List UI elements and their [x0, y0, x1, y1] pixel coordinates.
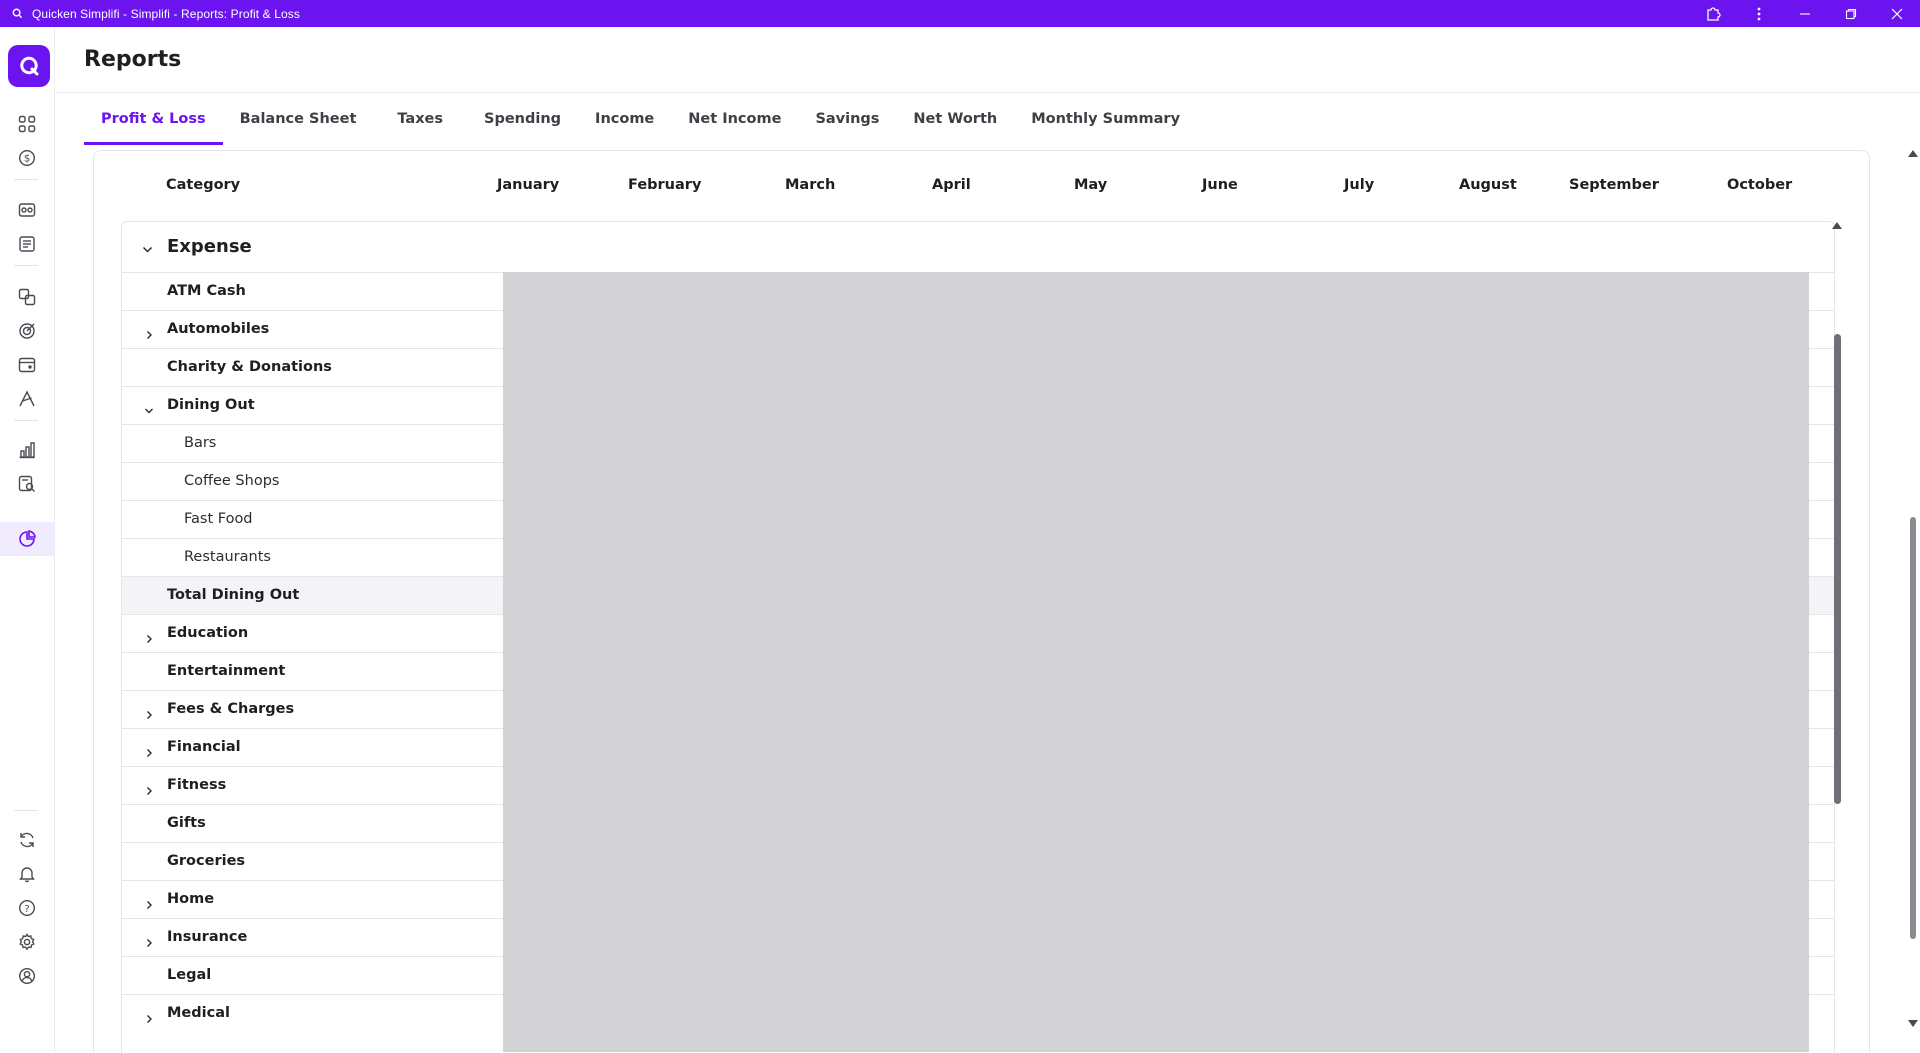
bills-icon[interactable]	[14, 284, 40, 310]
reports-pie-icon[interactable]	[14, 526, 40, 552]
column-header-june: June	[1202, 177, 1238, 193]
sidebar: $ ?	[0, 27, 55, 1052]
section-label: Expense	[167, 236, 252, 257]
column-header-february: February	[628, 177, 702, 193]
chart-icon[interactable]	[14, 437, 40, 463]
column-header-may: May	[1074, 177, 1108, 193]
chevron-down-icon[interactable]	[144, 401, 154, 414]
table-scrollbar-thumb[interactable]	[1834, 334, 1841, 804]
search-report-icon[interactable]	[14, 471, 40, 497]
row-label: Medical	[167, 1005, 230, 1021]
tab-savings[interactable]: Savings	[798, 93, 896, 145]
column-header-october: October	[1727, 177, 1793, 193]
row-label: Dining Out	[167, 397, 255, 413]
row-label: Restaurants	[184, 549, 271, 565]
column-header-january: January	[497, 177, 560, 193]
row-label: Legal	[167, 967, 212, 983]
chevron-right-icon[interactable]	[144, 933, 154, 947]
column-header-category[interactable]: Category	[166, 177, 240, 193]
tab-income[interactable]: Income	[578, 93, 671, 145]
row-label: ATM Cash	[167, 283, 246, 299]
dashboard-icon[interactable]	[14, 111, 40, 137]
row-label: Education	[167, 625, 249, 641]
window-title-bar: Quicken Simplifi - Simplifi - Reports: P…	[0, 0, 1920, 27]
calendar-icon[interactable]	[14, 352, 40, 378]
row-label: Fees & Charges	[167, 701, 295, 717]
chevron-right-icon[interactable]	[144, 705, 154, 719]
minimize-button[interactable]	[1782, 0, 1828, 27]
quicken-logo[interactable]	[8, 45, 50, 87]
column-header-march: March	[785, 177, 836, 193]
extensions-icon[interactable]	[1690, 0, 1736, 27]
more-menu-icon[interactable]	[1736, 0, 1782, 27]
tab-monthly-summary[interactable]: Monthly Summary	[1014, 93, 1197, 145]
row-label: Insurance	[167, 929, 248, 945]
row-label: Groceries	[167, 853, 246, 869]
page-scrollbar-thumb[interactable]	[1910, 517, 1916, 939]
row-label: Bars	[184, 435, 217, 451]
money-icon[interactable]: $	[14, 145, 40, 171]
tab-balance-sheet[interactable]: Balance Sheet	[223, 93, 374, 145]
column-header-august: August	[1459, 177, 1517, 193]
transactions-icon[interactable]	[14, 231, 40, 257]
row-label: Total Dining Out	[167, 587, 300, 603]
window-title: Quicken Simplifi - Simplifi - Reports: P…	[32, 6, 300, 21]
page-scrollbar[interactable]	[1905, 145, 1920, 1052]
row-label: Gifts	[167, 815, 206, 831]
chevron-right-icon[interactable]	[144, 895, 154, 909]
investments-icon[interactable]	[14, 386, 40, 412]
tab-taxes[interactable]: Taxes	[373, 93, 467, 145]
row-label: Automobiles	[167, 321, 270, 337]
column-header-july: July	[1344, 177, 1375, 193]
chevron-right-icon[interactable]	[144, 1009, 154, 1023]
column-header-april: April	[932, 177, 971, 193]
row-label: Home	[167, 891, 215, 907]
row-label: Fitness	[167, 777, 227, 793]
section-expense-header[interactable]: Expense	[122, 222, 1834, 272]
sync-icon[interactable]	[14, 827, 40, 853]
page-title: Reports	[84, 47, 182, 72]
chevron-right-icon[interactable]	[144, 325, 154, 339]
redacted-values-area	[503, 272, 1809, 1052]
chevron-right-icon[interactable]	[144, 629, 154, 643]
chevron-down-icon[interactable]	[142, 240, 153, 259]
row-label: Entertainment	[167, 663, 286, 679]
table-scrollbar[interactable]	[1832, 222, 1842, 1052]
chevron-right-icon[interactable]	[144, 781, 154, 795]
report-tabs: Profit & Loss Balance Sheet Taxes Spendi…	[56, 93, 1920, 145]
help-icon[interactable]: ?	[14, 895, 40, 921]
app-search-icon	[10, 7, 24, 21]
row-label: Coffee Shops	[184, 473, 280, 489]
svg-text:?: ?	[24, 904, 29, 915]
chevron-right-icon[interactable]	[144, 743, 154, 757]
restore-button[interactable]	[1828, 0, 1874, 27]
row-label: Charity & Donations	[167, 359, 332, 375]
accounts-icon[interactable]	[14, 197, 40, 223]
tab-profit-loss[interactable]: Profit & Loss	[84, 93, 223, 145]
profile-icon[interactable]	[14, 963, 40, 989]
settings-icon[interactable]	[14, 929, 40, 955]
notifications-icon[interactable]	[14, 861, 40, 887]
tab-net-worth[interactable]: Net Worth	[896, 93, 1014, 145]
planning-icon[interactable]	[14, 318, 40, 344]
svg-text:$: $	[24, 154, 30, 165]
tab-net-income[interactable]: Net Income	[671, 93, 798, 145]
close-button[interactable]	[1874, 0, 1920, 27]
row-label: Fast Food	[184, 511, 253, 527]
column-header-september: September	[1569, 177, 1659, 193]
row-label: Financial	[167, 739, 241, 755]
page-header: Reports	[56, 27, 1920, 93]
tab-spending[interactable]: Spending	[467, 93, 578, 145]
